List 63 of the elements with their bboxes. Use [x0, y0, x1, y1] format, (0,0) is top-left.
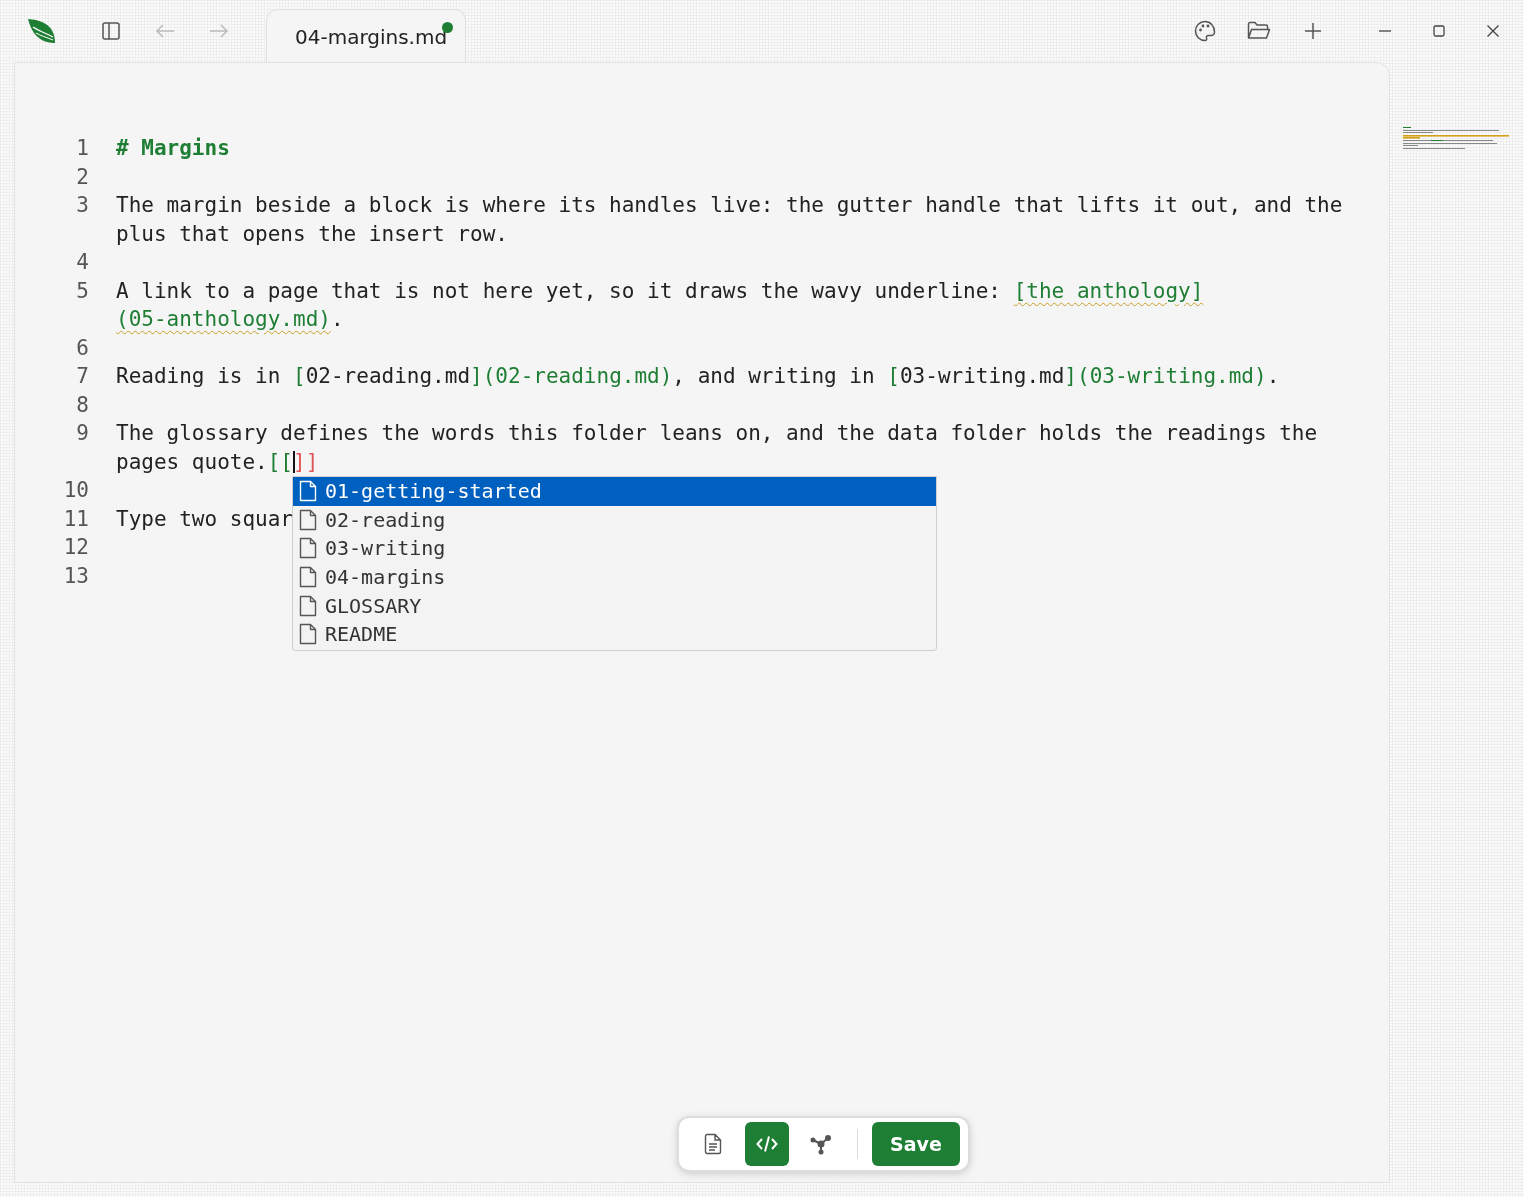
- suggestion-item[interactable]: 03-writing: [293, 534, 936, 563]
- arrow-right-icon: [209, 24, 229, 38]
- link-bracket: [: [887, 364, 900, 388]
- text-run: , and writing in: [672, 364, 876, 388]
- text-run: 02-reading.md: [305, 364, 471, 388]
- save-button[interactable]: Save: [872, 1122, 960, 1166]
- source-view-button[interactable]: [745, 1122, 789, 1166]
- text-run: .: [1266, 364, 1280, 388]
- suggestion-item[interactable]: GLOSSARY: [293, 591, 936, 620]
- line-number: 7: [75, 363, 89, 390]
- text-run: The margin beside a block is where its handles live: the gutter handle that lifts it out, and the: [116, 193, 1343, 217]
- suggestion-item[interactable]: 04-margins: [293, 562, 936, 592]
- line-number: 3: [75, 192, 89, 219]
- code-icon: [756, 1135, 778, 1153]
- maximize-icon: [1432, 24, 1446, 38]
- text-run: Reading is in: [116, 364, 282, 388]
- link-bracket: ]: [1064, 364, 1077, 388]
- file-icon: [299, 566, 317, 589]
- link-bracket: ]: [470, 364, 483, 388]
- line-number: 1: [75, 135, 89, 162]
- suggestion-item[interactable]: 01-getting-started: [293, 477, 936, 506]
- document-icon: [704, 1133, 722, 1155]
- leaf-logo-icon: [27, 17, 57, 45]
- plus-icon: [1304, 22, 1322, 40]
- text-run: pages quote.: [116, 449, 268, 474]
- file-icon: [299, 623, 317, 646]
- link-target[interactable]: (02-reading.md): [482, 364, 673, 388]
- broken-link[interactable]: (05-anthology.md): [116, 307, 331, 331]
- sidebar-icon: [102, 22, 120, 40]
- graph-icon: [809, 1132, 833, 1156]
- text-run: 03-writing.md: [899, 364, 1065, 388]
- file-icon: [299, 594, 317, 617]
- line-number: 2: [75, 163, 89, 191]
- file-tab[interactable]: 04-margins.md: [266, 9, 466, 63]
- line-number: 5: [75, 277, 89, 305]
- line-number: 8: [75, 391, 89, 419]
- close-icon: [1486, 24, 1500, 38]
- palette-icon: [1194, 20, 1216, 42]
- broken-link[interactable]: [the anthology]: [1013, 278, 1204, 303]
- text-run: plus that opens the insert row.: [116, 221, 508, 246]
- text-run: A link to a page that is not here yet, so it draws the wavy underline:: [116, 278, 1002, 303]
- arrow-left-icon: [155, 24, 175, 38]
- link-bracket: [[: [267, 449, 293, 474]
- unmatched-bracket: ]]: [293, 449, 319, 474]
- line-number: 10: [62, 477, 89, 504]
- suggestion-item[interactable]: README: [293, 619, 936, 649]
- file-icon: [299, 537, 317, 560]
- link-bracket: [: [293, 364, 306, 388]
- line-number: 4: [75, 249, 89, 276]
- line-number: 13: [62, 562, 89, 590]
- heading-text: # Margins: [116, 136, 230, 160]
- text-run: .: [330, 307, 344, 331]
- line-number: 11: [62, 505, 89, 533]
- folder-icon: [1247, 21, 1271, 41]
- line-number: 12: [62, 534, 89, 561]
- line-number: 6: [75, 334, 89, 362]
- text-run: The glossary defines the words this folder leans on, and the data folder holds the readings the: [116, 421, 1318, 445]
- line-number: 9: [75, 420, 89, 447]
- suggestion-item[interactable]: 02-reading: [293, 505, 936, 535]
- text-run: Type two squar: [116, 506, 293, 531]
- file-icon: [299, 480, 317, 503]
- link-target[interactable]: (03-writing.md): [1077, 364, 1267, 388]
- file-icon: [299, 508, 317, 531]
